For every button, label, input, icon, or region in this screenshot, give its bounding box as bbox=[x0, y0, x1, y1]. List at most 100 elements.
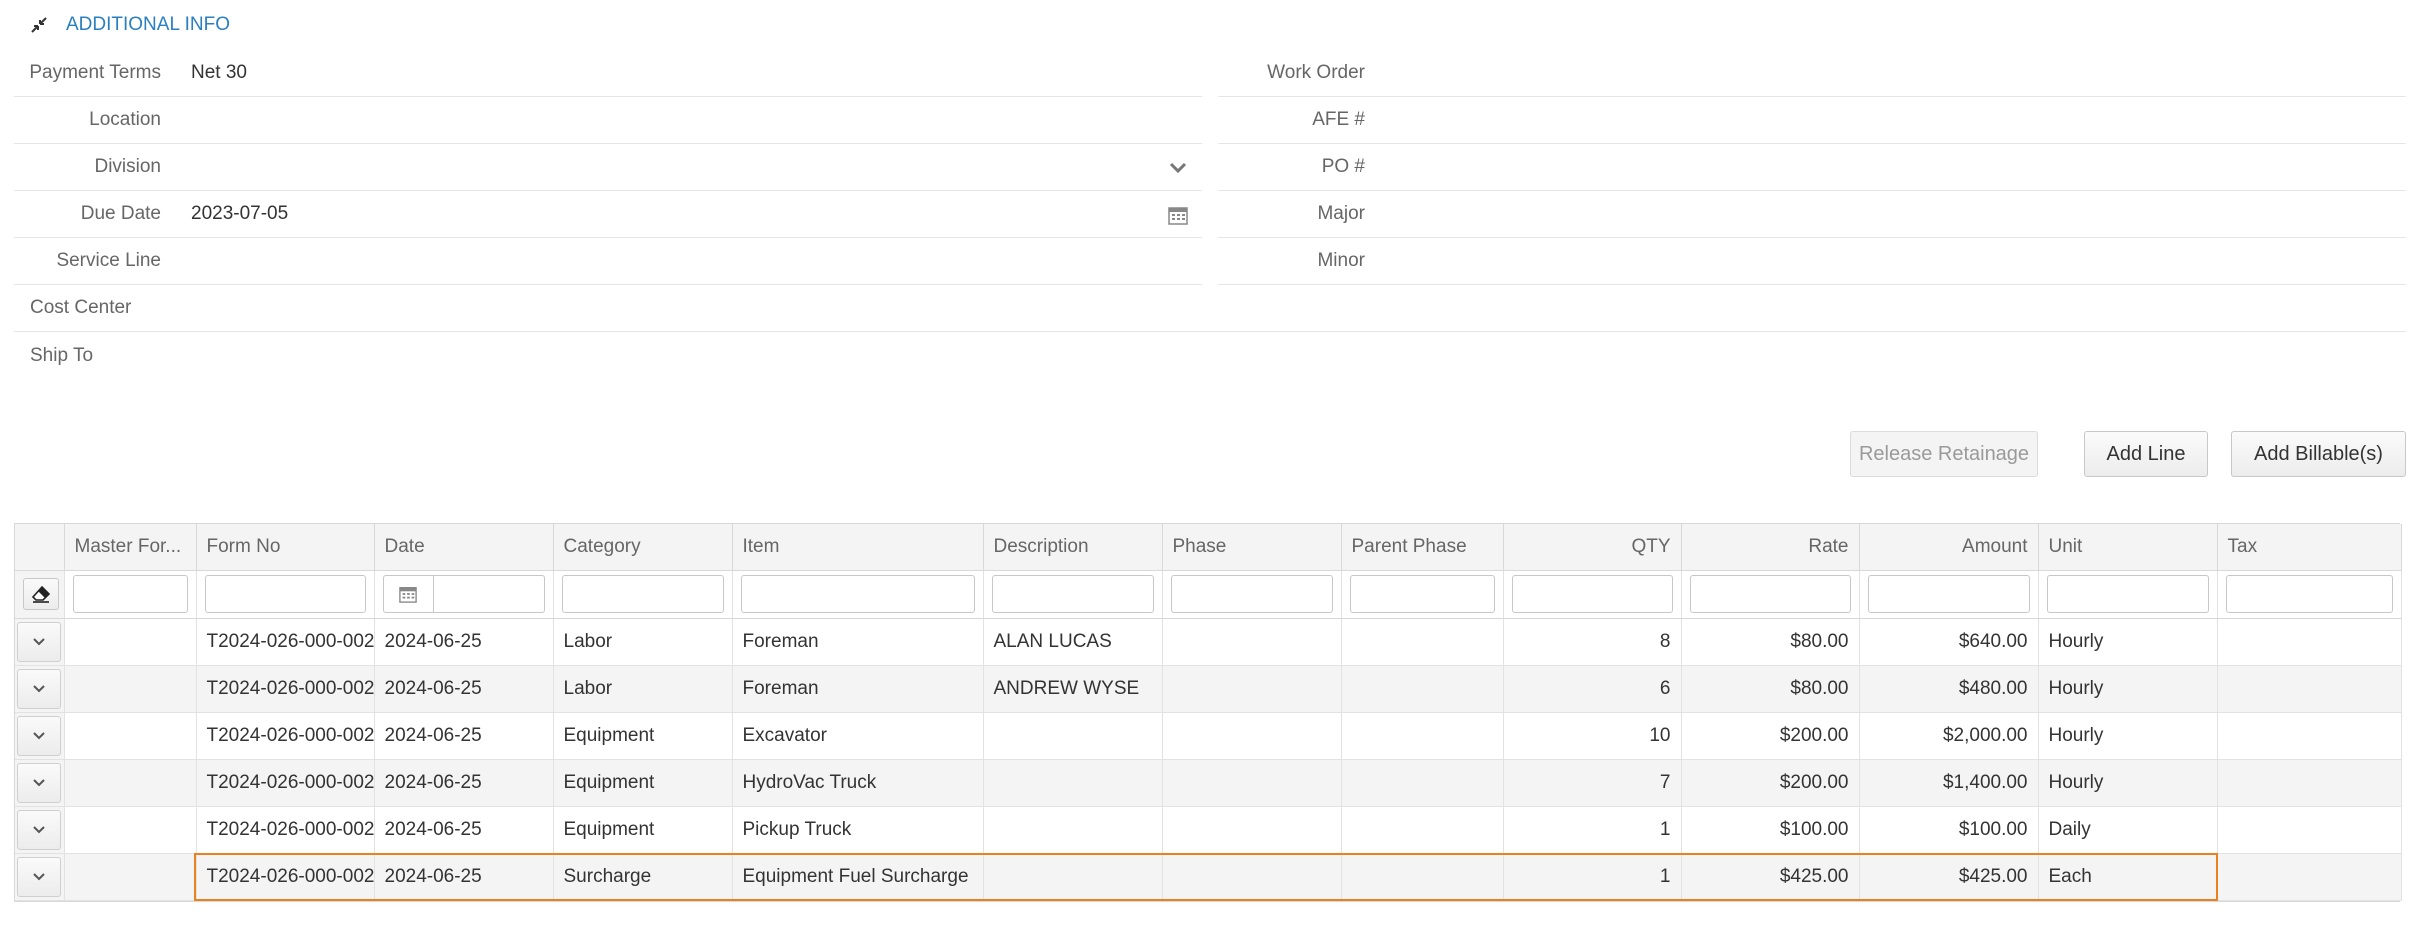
expand-row-button[interactable] bbox=[17, 715, 62, 756]
cell-tax[interactable] bbox=[2217, 853, 2402, 901]
cell-rate[interactable]: $425.00 bbox=[1681, 853, 1860, 901]
cell-tax[interactable] bbox=[2217, 665, 2402, 713]
filter-input[interactable] bbox=[561, 575, 724, 613]
afe-field[interactable]: AFE # bbox=[1218, 97, 2406, 144]
cell-category[interactable]: Surcharge bbox=[553, 853, 733, 901]
cell-parent-phase[interactable] bbox=[1341, 853, 1504, 901]
section-header[interactable]: ADDITIONAL INFO bbox=[30, 12, 230, 38]
column-header-form-no[interactable]: Form No bbox=[196, 524, 375, 571]
cell-category[interactable]: Equipment bbox=[553, 806, 733, 854]
filter-input[interactable] bbox=[1170, 575, 1333, 613]
expand-row-button[interactable] bbox=[17, 621, 62, 662]
cell-unit[interactable]: Hourly bbox=[2038, 712, 2218, 760]
cell-rate[interactable]: $100.00 bbox=[1681, 806, 1860, 854]
column-header-master-form[interactable]: Master For... bbox=[64, 524, 197, 571]
cell-amount[interactable]: $100.00 bbox=[1859, 806, 2039, 854]
cell-date[interactable]: 2024-06-25 bbox=[374, 759, 554, 807]
cell-qty[interactable]: 1 bbox=[1503, 853, 1682, 901]
cell-master-form[interactable] bbox=[64, 853, 197, 901]
column-header-phase[interactable]: Phase bbox=[1162, 524, 1342, 571]
cell-phase[interactable] bbox=[1162, 759, 1342, 807]
cell-master-form[interactable] bbox=[64, 759, 197, 807]
filter-parent-phase[interactable] bbox=[1341, 570, 1504, 619]
cell-parent-phase[interactable] bbox=[1341, 806, 1504, 854]
due-date-picker-button[interactable] bbox=[1164, 191, 1192, 238]
cell-rate[interactable]: $80.00 bbox=[1681, 618, 1860, 666]
cell-form-no[interactable]: T2024-026-000-002 bbox=[196, 759, 375, 807]
column-header-amount[interactable]: Amount bbox=[1859, 524, 2039, 571]
cell-item[interactable]: Foreman bbox=[732, 665, 984, 713]
cell-unit[interactable]: Daily bbox=[2038, 806, 2218, 854]
column-header-qty[interactable]: QTY bbox=[1503, 524, 1682, 571]
filter-date[interactable] bbox=[374, 570, 554, 619]
cell-qty[interactable]: 7 bbox=[1503, 759, 1682, 807]
filter-tax[interactable] bbox=[2217, 570, 2402, 619]
cell-description[interactable] bbox=[983, 806, 1163, 854]
cell-master-form[interactable] bbox=[64, 712, 197, 760]
cell-tax[interactable] bbox=[2217, 712, 2402, 760]
cell-description[interactable] bbox=[983, 759, 1163, 807]
add-billables-button[interactable]: Add Billable(s) bbox=[2231, 431, 2406, 477]
cell-tax[interactable] bbox=[2217, 806, 2402, 854]
cell-amount[interactable]: $480.00 bbox=[1859, 665, 2039, 713]
cell-form-no[interactable]: T2024-026-000-002 bbox=[196, 853, 375, 901]
cell-item[interactable]: Equipment Fuel Surcharge bbox=[732, 853, 984, 901]
cost-center-field[interactable]: Cost Center bbox=[14, 285, 2406, 332]
cell-phase[interactable] bbox=[1162, 665, 1342, 713]
table-row[interactable]: T2024-026-000-002 2024-06-25 Equipment Exca… bbox=[15, 712, 2402, 760]
due-date-value[interactable]: 2023-07-05 bbox=[177, 203, 1202, 225]
column-header-parent-phase[interactable]: Parent Phase bbox=[1341, 524, 1504, 571]
ship-to-field[interactable]: Ship To bbox=[14, 332, 2406, 379]
cell-unit[interactable]: Hourly bbox=[2038, 665, 2218, 713]
cell-unit[interactable]: Hourly bbox=[2038, 759, 2218, 807]
table-row[interactable]: T2024-026-000-002 2024-06-25 Labor Foreman A… bbox=[15, 665, 2402, 713]
cell-parent-phase[interactable] bbox=[1341, 712, 1504, 760]
filter-category[interactable] bbox=[553, 570, 733, 619]
cell-master-form[interactable] bbox=[64, 806, 197, 854]
table-row[interactable]: T2024-026-000-002 2024-06-25 Labor Foreman A… bbox=[15, 618, 2402, 666]
filter-input[interactable] bbox=[2046, 575, 2209, 613]
filter-unit[interactable] bbox=[2038, 570, 2218, 619]
cell-amount[interactable]: $640.00 bbox=[1859, 618, 2039, 666]
cell-qty[interactable]: 1 bbox=[1503, 806, 1682, 854]
calendar-icon[interactable] bbox=[384, 576, 434, 612]
filter-input[interactable] bbox=[72, 575, 188, 613]
collapse-arrows-icon[interactable] bbox=[30, 16, 48, 34]
division-field[interactable]: Division bbox=[14, 144, 1202, 191]
cell-description[interactable] bbox=[983, 712, 1163, 760]
cell-form-no[interactable]: T2024-026-000-002 bbox=[196, 712, 375, 760]
cell-date[interactable]: 2024-06-25 bbox=[374, 665, 554, 713]
cell-item[interactable]: Pickup Truck bbox=[732, 806, 984, 854]
cell-master-form[interactable] bbox=[64, 618, 197, 666]
work-order-field[interactable]: Work Order bbox=[1218, 50, 2406, 97]
cell-parent-phase[interactable] bbox=[1341, 665, 1504, 713]
table-row[interactable]: T2024-026-000-002 2024-06-25 Equipment Pick… bbox=[15, 806, 2402, 854]
filter-qty[interactable] bbox=[1503, 570, 1682, 619]
column-header-date[interactable]: Date bbox=[374, 524, 554, 571]
cell-qty[interactable]: 10 bbox=[1503, 712, 1682, 760]
expand-row-button[interactable] bbox=[17, 762, 62, 803]
add-line-button[interactable]: Add Line bbox=[2084, 431, 2208, 477]
cell-master-form[interactable] bbox=[64, 665, 197, 713]
column-header-unit[interactable]: Unit bbox=[2038, 524, 2218, 571]
service-line-field[interactable]: Service Line bbox=[14, 238, 1202, 285]
cell-item[interactable]: Excavator bbox=[732, 712, 984, 760]
cell-phase[interactable] bbox=[1162, 618, 1342, 666]
filter-phase[interactable] bbox=[1162, 570, 1342, 619]
table-row[interactable]: T2024-026-000-002 2024-06-25 Surcharge Equi… bbox=[15, 853, 2402, 901]
filter-item[interactable] bbox=[732, 570, 984, 619]
filter-input[interactable] bbox=[204, 575, 366, 613]
cell-amount[interactable]: $1,400.00 bbox=[1859, 759, 2039, 807]
cell-category[interactable]: Equipment bbox=[553, 712, 733, 760]
cell-parent-phase[interactable] bbox=[1341, 618, 1504, 666]
cell-rate[interactable]: $200.00 bbox=[1681, 759, 1860, 807]
cell-form-no[interactable]: T2024-026-000-002 bbox=[196, 665, 375, 713]
location-field[interactable]: Location bbox=[14, 97, 1202, 144]
filter-amount[interactable] bbox=[1859, 570, 2039, 619]
cell-category[interactable]: Labor bbox=[553, 665, 733, 713]
division-dropdown-toggle[interactable] bbox=[1164, 144, 1192, 191]
filter-date-input[interactable] bbox=[382, 575, 545, 613]
cell-date[interactable]: 2024-06-25 bbox=[374, 853, 554, 901]
clear-filters-button[interactable] bbox=[23, 578, 59, 610]
cell-date[interactable]: 2024-06-25 bbox=[374, 618, 554, 666]
